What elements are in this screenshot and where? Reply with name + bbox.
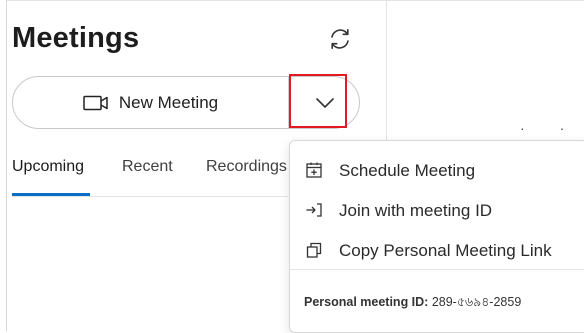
new-meeting-button[interactable]: New Meeting xyxy=(13,77,288,128)
join-arrow-icon xyxy=(306,203,322,217)
window-top-border xyxy=(6,0,584,1)
menu-item-label: Join with meeting ID xyxy=(339,201,493,220)
personal-meeting-id-label: Personal meeting ID: xyxy=(304,295,429,309)
copy-icon xyxy=(306,242,322,258)
menu-item-label: Copy Personal Meeting Link xyxy=(339,241,552,260)
video-camera-icon xyxy=(83,95,108,110)
page-title: Meetings xyxy=(12,22,140,54)
menu-item-copy-link[interactable]: Copy Personal Meeting Link xyxy=(290,231,584,271)
new-meeting-label: New Meeting xyxy=(118,92,219,112)
tab-recent[interactable]: Recent xyxy=(122,158,173,176)
tab-upcoming[interactable]: Upcoming xyxy=(12,158,84,176)
new-meeting-split-button: New Meeting xyxy=(12,76,360,129)
new-meeting-dropdown-toggle[interactable] xyxy=(289,77,360,128)
meetings-tabs: Upcoming Recent Recordings xyxy=(12,158,288,198)
refresh-icon[interactable] xyxy=(327,26,353,52)
new-meeting-dropdown-menu: Schedule Meeting Join with meeting ID Co… xyxy=(289,140,584,333)
personal-meeting-id: Personal meeting ID: 289-৫৬৯৪-2859 xyxy=(304,294,521,314)
tabs-divider xyxy=(12,196,288,197)
menu-item-schedule-meeting[interactable]: Schedule Meeting xyxy=(290,151,584,191)
background-text-fragment: · · xyxy=(520,120,565,136)
tab-recordings[interactable]: Recordings xyxy=(206,158,287,176)
menu-item-label: Schedule Meeting xyxy=(339,161,476,180)
window-left-border xyxy=(6,0,7,331)
menu-item-join-with-id[interactable]: Join with meeting ID xyxy=(290,191,584,231)
calendar-plus-icon xyxy=(306,162,322,178)
menu-divider xyxy=(290,269,584,270)
chevron-down-icon xyxy=(315,97,334,108)
personal-meeting-id-value: 289-৫৬৯৪-2859 xyxy=(431,295,522,309)
